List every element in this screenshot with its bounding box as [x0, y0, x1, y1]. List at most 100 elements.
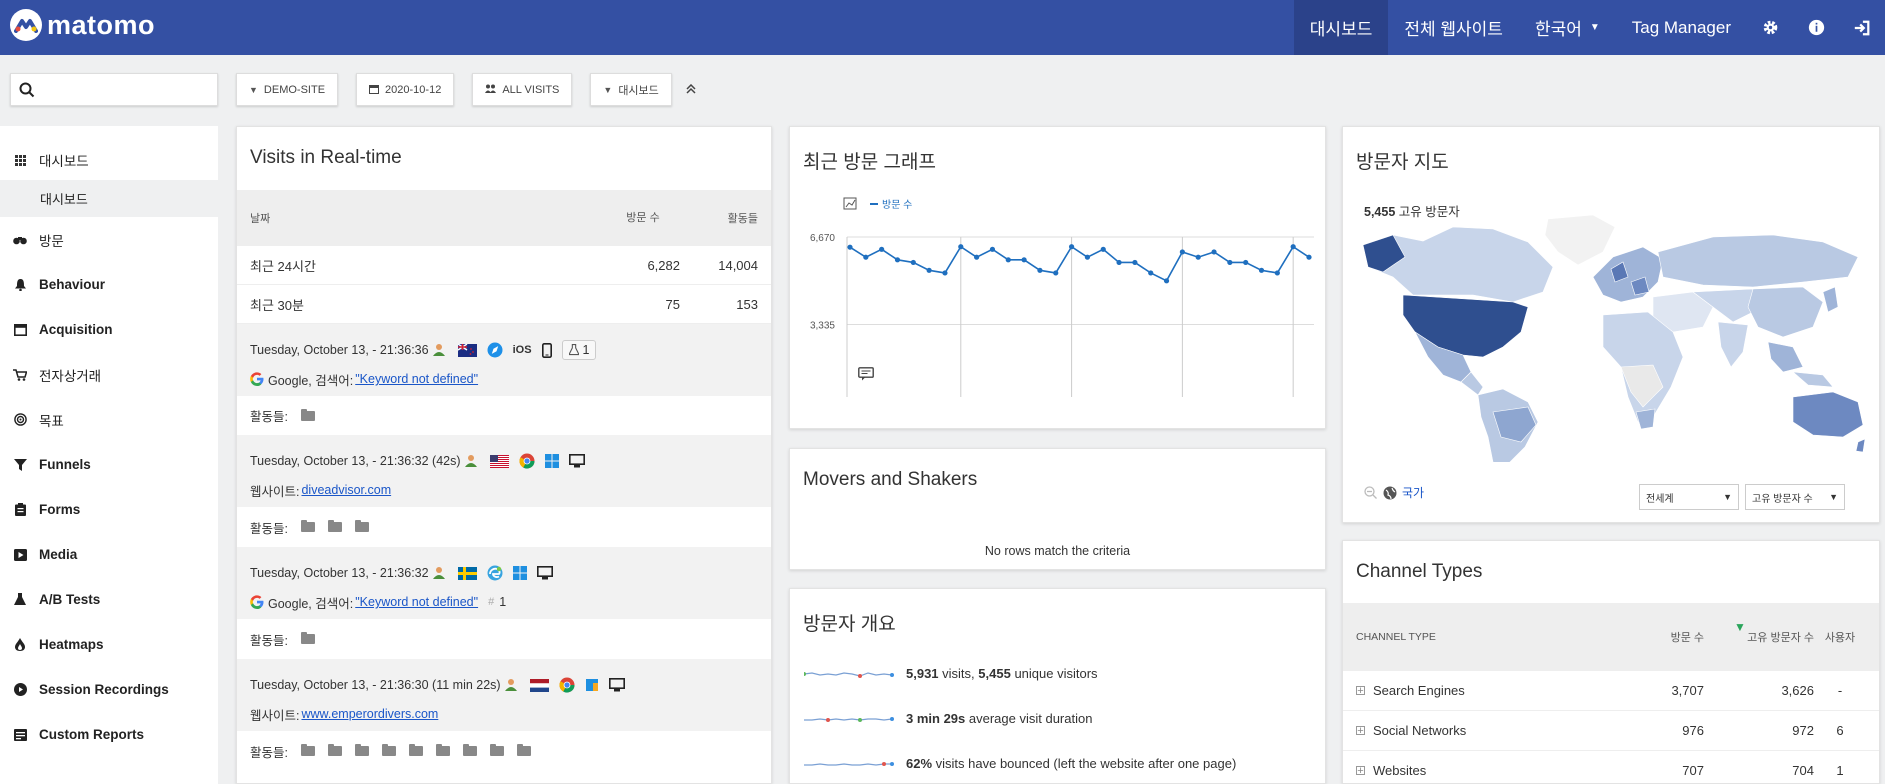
collapse-up-icon[interactable] [686, 83, 696, 97]
y-tick-label: 6,670 [810, 233, 835, 244]
column-header-date: 날짜 [250, 213, 271, 225]
sidebar-item-dashboard[interactable]: 대시보드 [0, 140, 218, 180]
expand-icon[interactable]: + [1356, 725, 1365, 736]
data-point [910, 259, 916, 266]
sidebar-item-label: Session Recordings [39, 682, 169, 697]
sidebar-subitem-dashboard[interactable]: 대시보드 [0, 180, 218, 217]
column-header-unique-visitors[interactable]: ▼ 고유 방문자 수 [1704, 620, 1814, 645]
sparkline[interactable] [804, 756, 896, 772]
overview-text: 3 min 29s average visit duration [906, 711, 1092, 726]
folder-icon[interactable] [327, 520, 342, 532]
channel-title: Channel Types [1356, 561, 1483, 582]
visit-entry[interactable]: Tuesday, October 13, - 21:36:32 (42s) 웹사… [237, 435, 771, 547]
visitor-profile-icon[interactable] [464, 454, 480, 468]
sidebar-item-label: Acquisition [39, 322, 113, 337]
world-map[interactable] [1353, 197, 1873, 462]
sidebar-item-session-recordings[interactable]: Session Recordings [0, 667, 218, 712]
data-point [1243, 259, 1249, 266]
table-row[interactable]: + Search Engines 3,707 3,626 - [1343, 671, 1879, 711]
visit-entry[interactable]: Tuesday, October 13, - 21:36:32 Google, … [237, 547, 771, 659]
segment-selector[interactable]: ALL VISITS [472, 73, 573, 106]
metric-select[interactable]: 고유 방문자 수 ▼ [1745, 484, 1845, 510]
visit-source-link[interactable]: diveadvisor.com [301, 483, 391, 497]
data-point [1179, 249, 1185, 255]
visit-source-link[interactable]: www.emperordivers.com [301, 707, 438, 721]
ab-test-badge[interactable]: 1 [561, 340, 597, 360]
site-selector[interactable]: ▼ DEMO-SITE [236, 73, 339, 106]
metric-value: 62% [906, 756, 933, 771]
date-selector[interactable]: 2020-10-12 [356, 73, 455, 106]
visit-source-link[interactable]: "Keyword not defined" [355, 372, 478, 386]
sidebar-item-media[interactable]: Media [0, 532, 218, 577]
visitor-profile-icon[interactable] [504, 678, 520, 692]
sign-out-icon[interactable] [1839, 0, 1885, 55]
zoom-out-icon[interactable] [1364, 486, 1377, 499]
sidebar-item-ab-tests[interactable]: A/B Tests [0, 577, 218, 622]
folder-icon[interactable] [462, 744, 477, 756]
windows-os-icon [585, 678, 599, 692]
folder-icon[interactable] [300, 520, 315, 532]
movers-shakers-widget: Movers and Shakers No rows match the cri… [789, 448, 1326, 570]
sparkline[interactable] [804, 666, 896, 682]
column-header-visits[interactable]: 방문 수 [1644, 629, 1704, 645]
annotation-icon[interactable] [858, 367, 874, 384]
region-select[interactable]: 전세계 ▼ [1639, 484, 1739, 510]
sidebar-item-custom-reports[interactable]: Custom Reports [0, 712, 218, 757]
search-input[interactable] [10, 73, 218, 106]
visit-actions: 활동들: [237, 507, 771, 547]
matomo-logo[interactable]: matomo [10, 9, 155, 41]
column-header-users[interactable]: 사용자 [1814, 629, 1866, 645]
dashboard-label: 대시보드 [618, 84, 659, 97]
visitor-profile-icon[interactable] [432, 566, 448, 580]
sidebar-item-funnels[interactable]: Funnels [0, 442, 218, 487]
table-row[interactable]: + Websites 707 704 1 [1343, 751, 1879, 783]
sidebar-item-goals[interactable]: 목표 [0, 397, 218, 442]
sidebar-item-behaviour[interactable]: Behaviour [0, 262, 218, 307]
table-row[interactable]: + Social Networks 976 972 6 [1343, 711, 1879, 751]
nav-dashboard[interactable]: 대시보드 [1293, 0, 1389, 55]
globe-icon[interactable] [1383, 486, 1397, 500]
folder-icon[interactable] [354, 744, 369, 756]
nav-tag-manager[interactable]: Tag Manager [1616, 0, 1747, 55]
folder-icon[interactable] [327, 744, 342, 756]
column-header-channel-type[interactable]: CHANNEL TYPE [1356, 631, 1644, 643]
dashboard-selector[interactable]: ▼ 대시보드 [590, 73, 672, 106]
folder-icon[interactable] [300, 632, 315, 644]
folder-icon[interactable] [408, 744, 423, 756]
visit-entry[interactable]: Tuesday, October 13, - 21:36:36 iOS 1 Go… [237, 324, 771, 435]
folder-icon[interactable] [381, 744, 396, 756]
visit-entry[interactable]: Tuesday, October 13, - 21:36:30 (11 min … [237, 659, 771, 771]
chrome-browser-icon [518, 453, 535, 469]
folder-icon[interactable] [516, 744, 531, 756]
metric-value: 3 min 29s [906, 711, 966, 726]
gear-icon[interactable] [1747, 0, 1793, 55]
y-tick-label: 3,335 [810, 321, 835, 332]
metric-select-value: 고유 방문자 수 [1752, 493, 1813, 505]
expand-icon[interactable]: + [1356, 765, 1365, 776]
nav-all-websites[interactable]: 전체 웹사이트 [1388, 0, 1519, 55]
data-point [926, 267, 932, 273]
folder-icon[interactable] [489, 744, 504, 756]
channel-table-header: CHANNEL TYPE 방문 수 ▼ 고유 방문자 수 사용자 [1343, 603, 1879, 671]
folder-icon[interactable] [435, 744, 450, 756]
sparkline[interactable] [804, 711, 896, 727]
folder-icon[interactable] [354, 520, 369, 532]
sidebar-item-ecommerce[interactable]: 전자상거래 [0, 352, 218, 397]
folder-icon[interactable] [300, 744, 315, 756]
sidebar-item-heatmaps[interactable]: Heatmaps [0, 622, 218, 667]
data-point [1290, 244, 1296, 250]
overview-row-visits: 5,931 visits, 5,455 unique visitors [790, 651, 1325, 696]
sidebar-item-forms[interactable]: Forms [0, 487, 218, 532]
sidebar-item-acquisition[interactable]: Acquisition [0, 307, 218, 352]
nav-language[interactable]: 한국어 ▼ [1519, 0, 1616, 55]
site-label: DEMO-SITE [263, 83, 326, 96]
info-icon[interactable] [1793, 0, 1839, 55]
sidebar-item-visits[interactable]: 방문 [0, 217, 218, 262]
google-icon [250, 595, 264, 609]
visitor-map-widget: 방문자 지도 5,455 고유 방문자 국가 전세계 ▼ 고유 방문자 수 ▼ [1342, 126, 1880, 523]
visitor-profile-icon[interactable] [432, 343, 448, 357]
country-link[interactable]: 국가 [1402, 484, 1424, 501]
visit-source-link[interactable]: "Keyword not defined" [355, 595, 478, 609]
folder-icon[interactable] [300, 408, 315, 421]
expand-icon[interactable]: + [1356, 685, 1365, 696]
